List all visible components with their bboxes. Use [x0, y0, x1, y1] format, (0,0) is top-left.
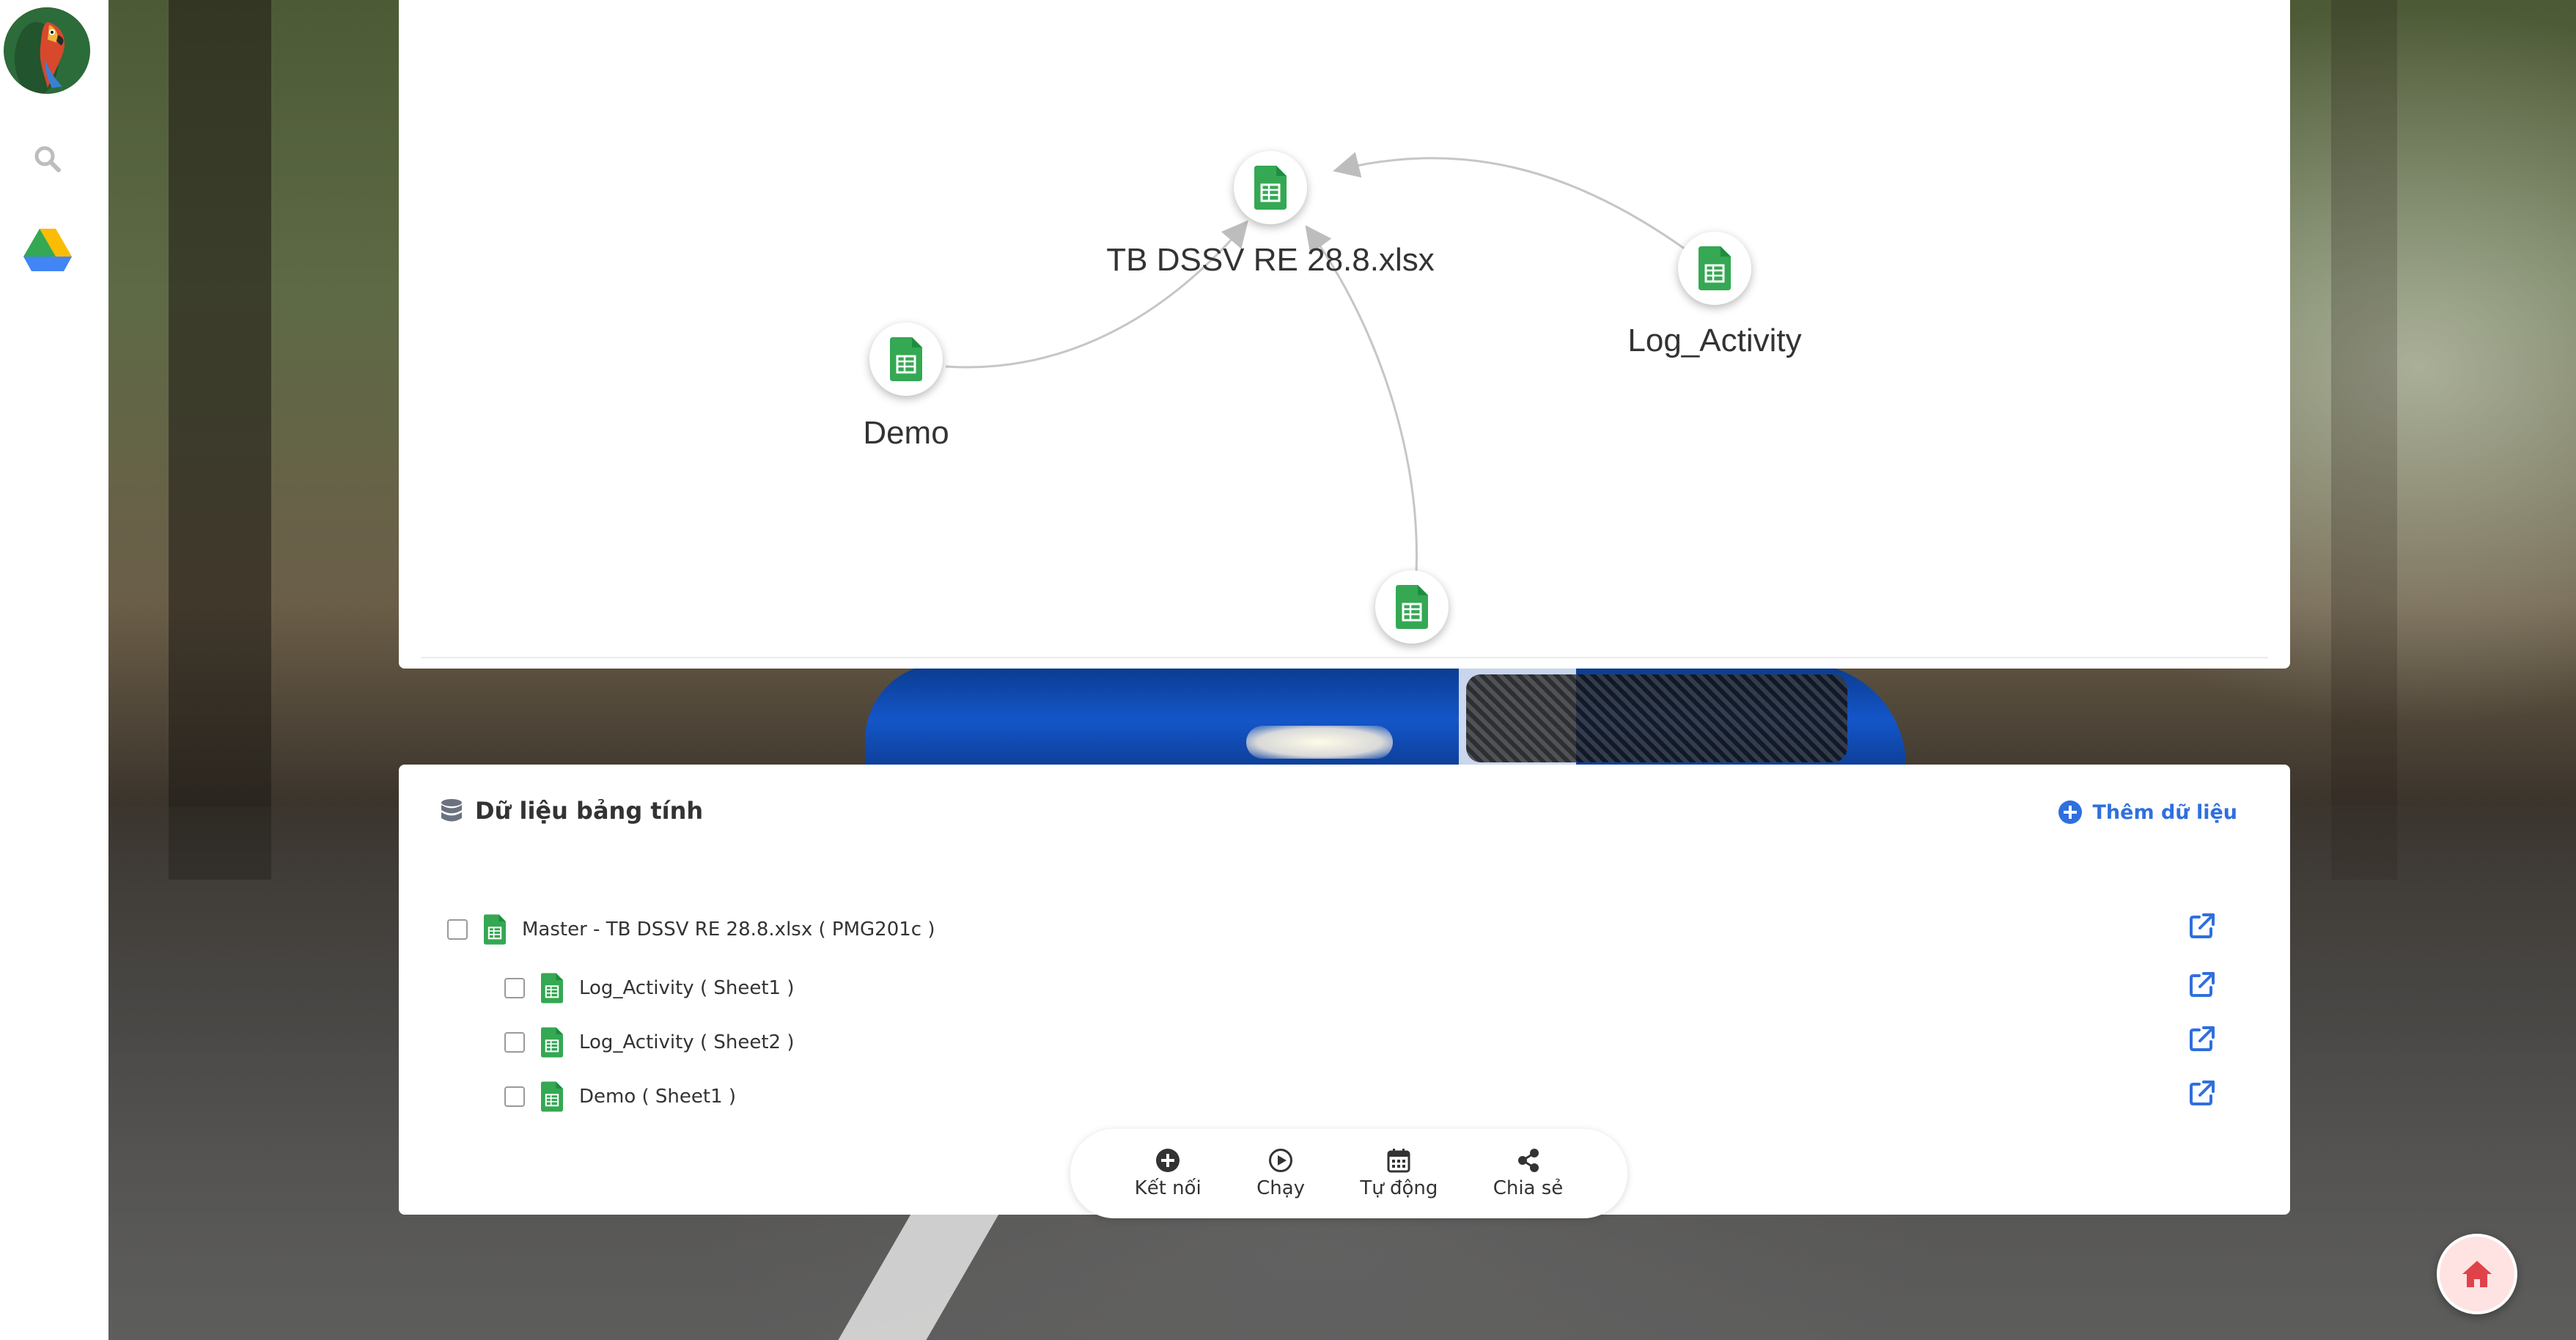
- row-checkbox[interactable]: [504, 978, 525, 998]
- avatar[interactable]: [4, 7, 90, 94]
- graph-panel: TB DSSV RE 28.8.xlsx Log_Activity Demo: [399, 0, 2290, 669]
- list-item: Log_Activity ( Sheet2 ): [504, 1027, 794, 1058]
- search-icon[interactable]: [32, 144, 62, 173]
- google-drive-icon[interactable]: [23, 229, 72, 273]
- sheets-icon: [541, 1027, 563, 1058]
- graph-panel-divider: [421, 657, 2268, 658]
- graph-node-log-activity[interactable]: [1678, 232, 1751, 305]
- graph-edges: [945, 152, 1686, 573]
- row-checkbox[interactable]: [447, 919, 468, 940]
- database-icon: [441, 799, 462, 822]
- home-button[interactable]: [2437, 1234, 2517, 1314]
- graph-node-label: TB DSSV RE 28.8.xlsx: [1106, 242, 1435, 278]
- row-label: Master - TB DSSV RE 28.8.xlsx ( PMG201c …: [522, 919, 935, 940]
- background-car-grille: [1466, 674, 1847, 762]
- sheets-icon: [890, 337, 922, 381]
- graph-node-master[interactable]: [1234, 151, 1307, 224]
- graph-node-demo[interactable]: [869, 323, 943, 396]
- sheets-icon: [541, 973, 563, 1004]
- row-label: Log_Activity ( Sheet1 ): [579, 977, 795, 999]
- calendar-icon: [1387, 1149, 1410, 1173]
- home-icon: [2462, 1261, 2492, 1287]
- share-button[interactable]: Chia sẻ: [1493, 1148, 1564, 1199]
- row-checkbox[interactable]: [504, 1086, 525, 1107]
- background-car-lamp: [1246, 726, 1393, 759]
- row-label: Demo ( Sheet1 ): [579, 1086, 737, 1108]
- background-trunk: [169, 0, 271, 880]
- open-external-icon[interactable]: [2189, 1026, 2215, 1052]
- list-item: Master - TB DSSV RE 28.8.xlsx ( PMG201c …: [447, 914, 935, 945]
- list-item: Log_Activity ( Sheet1 ): [504, 973, 794, 1004]
- graph-node-label: Log_Activity: [1627, 323, 1802, 358]
- panel-title: Dữ liệu bảng tính: [440, 797, 703, 825]
- parrot-avatar-image: [4, 7, 90, 94]
- row-checkbox[interactable]: [504, 1032, 525, 1053]
- edge-bottom-to-master: [1305, 225, 1418, 573]
- plus-circle-icon: [1156, 1149, 1180, 1172]
- sidebar: [0, 0, 108, 1340]
- play-circle-icon: [1269, 1149, 1293, 1172]
- graph-node-label: Demo: [863, 415, 949, 451]
- sheets-icon: [484, 914, 506, 945]
- run-button[interactable]: Chạy: [1256, 1148, 1305, 1199]
- run-label: Chạy: [1256, 1177, 1306, 1199]
- auto-button[interactable]: Tự động: [1360, 1148, 1438, 1199]
- share-icon: [1517, 1149, 1539, 1172]
- graph-node-unlabeled[interactable]: [1375, 570, 1449, 644]
- open-external-icon[interactable]: [2189, 971, 2215, 998]
- share-label: Chia sẻ: [1493, 1177, 1564, 1199]
- auto-label: Tự động: [1360, 1177, 1438, 1199]
- add-data-button[interactable]: Thêm dữ liệu: [2058, 800, 2237, 825]
- edge-log-activity-to-master: [1333, 152, 1686, 251]
- panel-title-text: Dữ liệu bảng tính: [475, 797, 704, 825]
- add-data-label: Thêm dữ liệu: [2092, 800, 2237, 824]
- background-trunk: [2331, 0, 2397, 880]
- sheets-icon: [1254, 166, 1287, 210]
- sheets-icon: [1396, 585, 1428, 629]
- row-label: Log_Activity ( Sheet2 ): [579, 1031, 795, 1053]
- connect-button[interactable]: Kết nối: [1135, 1148, 1201, 1199]
- sheets-icon: [541, 1081, 563, 1112]
- open-external-icon[interactable]: [2189, 1080, 2215, 1106]
- connect-label: Kết nối: [1134, 1177, 1201, 1199]
- plus-circle-icon: [2058, 800, 2082, 824]
- open-external-icon[interactable]: [2189, 913, 2215, 939]
- list-item: Demo ( Sheet1 ): [504, 1081, 736, 1112]
- sheets-icon: [1699, 246, 1731, 290]
- action-toolbar: Kết nối Chạy Tự động Chia sẻ: [1070, 1129, 1627, 1218]
